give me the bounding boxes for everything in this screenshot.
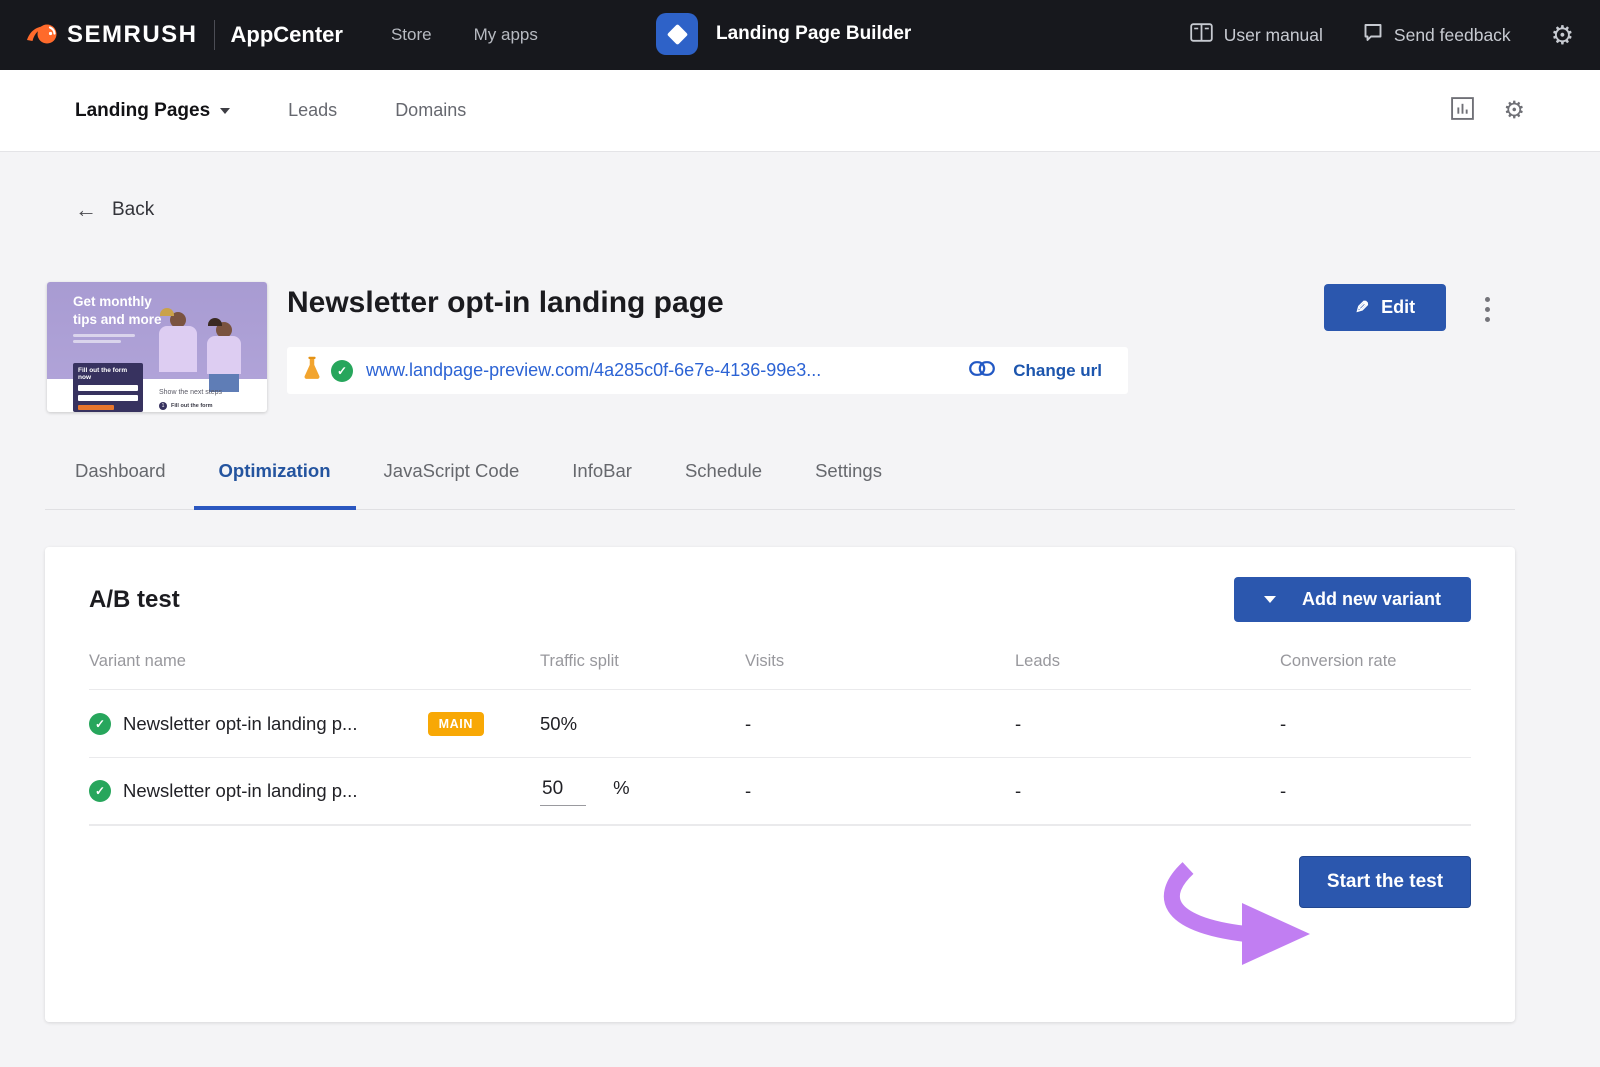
thumbnail-person-left <box>159 312 197 372</box>
thumbnail-steps: Show the next steps 1 Fill out the form <box>159 389 222 410</box>
tab-bar: Dashboard Optimization JavaScript Code I… <box>45 460 1515 510</box>
table-row: ✓ Newsletter opt-in landing p... MAIN 50… <box>89 689 1471 757</box>
col-variant-name: Variant name <box>89 652 540 671</box>
thumbnail-form-title: Fill out the form now <box>78 367 138 381</box>
tab-schedule[interactable]: Schedule <box>660 460 787 510</box>
start-the-test-button[interactable]: Start the test <box>1299 856 1471 908</box>
traffic-split-input[interactable] <box>540 778 586 806</box>
variant-name-cell: ✓ Newsletter opt-in landing p... <box>89 780 540 802</box>
subnav: Landing Pages Leads Domains ⚙ <box>0 70 1600 152</box>
ab-test-card: A/B test Add new variant Variant name Tr… <box>45 547 1515 1022</box>
edit-button[interactable]: ✎ Edit <box>1324 284 1446 331</box>
topbar-nav: Store My apps <box>391 25 538 45</box>
variant-active-check-icon: ✓ <box>89 780 111 802</box>
ab-test-title: A/B test <box>89 586 180 614</box>
book-icon <box>1190 23 1213 47</box>
url-bar: ✓ www.landpage-preview.com/4a285c0f-6e7e… <box>287 347 1128 394</box>
thumbnail-form: Fill out the form now <box>73 363 143 412</box>
landing-page-url[interactable]: www.landpage-preview.com/4a285c0f-6e7e-4… <box>366 360 959 381</box>
copy-link-icon[interactable] <box>969 361 995 381</box>
tab-optimization[interactable]: Optimization <box>194 460 356 510</box>
back-arrow-icon: ← <box>75 199 97 221</box>
variant-name-cell: ✓ Newsletter opt-in landing p... MAIN <box>89 712 540 736</box>
col-conversion-rate: Conversion rate <box>1280 652 1471 671</box>
tab-settings[interactable]: Settings <box>790 460 907 510</box>
table-row: ✓ Newsletter opt-in landing p... % - - - <box>89 757 1471 825</box>
variant-active-check-icon: ✓ <box>89 713 111 735</box>
traffic-split-cell: % <box>540 777 745 806</box>
tab-javascript-code[interactable]: JavaScript Code <box>359 460 545 510</box>
variant-name[interactable]: Newsletter opt-in landing p... <box>123 780 357 802</box>
tab-infobar[interactable]: InfoBar <box>547 460 657 510</box>
conversion-rate-value: - <box>1280 780 1471 802</box>
brand-name: SEMRUSH <box>67 21 198 49</box>
change-url-button[interactable]: Change url <box>1013 361 1102 381</box>
edit-label: Edit <box>1381 297 1415 318</box>
thumbnail-person-right <box>207 322 241 392</box>
percent-suffix: % <box>613 777 629 798</box>
send-feedback-label: Send feedback <box>1394 25 1511 46</box>
subnav-item-leads[interactable]: Leads <box>288 100 337 121</box>
subnav-item-domains[interactable]: Domains <box>395 100 466 121</box>
flask-icon <box>303 356 321 386</box>
back-label: Back <box>112 199 154 221</box>
page-title: Newsletter opt-in landing page <box>287 286 724 320</box>
app-badge: Landing Page Builder <box>656 13 911 55</box>
thumbnail-headline: Get monthly tips and more <box>73 293 162 328</box>
suite-name: AppCenter <box>231 22 343 48</box>
add-new-variant-label: Add new variant <box>1302 589 1441 610</box>
speech-bubble-icon <box>1363 23 1383 47</box>
app-settings-gear-icon[interactable]: ⚙ <box>1503 99 1525 123</box>
thumbnail-subtext-bar <box>73 340 121 343</box>
landing-pages-label: Landing Pages <box>75 100 210 122</box>
visits-value: - <box>745 713 1015 735</box>
app-name: Landing Page Builder <box>716 23 911 45</box>
more-options-kebab-icon[interactable] <box>1481 293 1494 326</box>
thumbnail-subtext-bar <box>73 334 135 337</box>
landing-page-builder-icon <box>656 13 698 55</box>
col-visits: Visits <box>745 652 1015 671</box>
send-feedback-link[interactable]: Send feedback <box>1363 23 1511 47</box>
pencil-icon: ✎ <box>1355 298 1369 318</box>
visits-value: - <box>745 780 1015 802</box>
table-header-row: Variant name Traffic split Visits Leads … <box>89 652 1471 689</box>
traffic-split-value: 50% <box>540 713 745 735</box>
col-traffic-split: Traffic split <box>540 652 745 671</box>
landing-page-thumbnail[interactable]: Get monthly tips and more Fill out the f… <box>47 282 267 412</box>
back-button[interactable]: ← Back <box>75 199 154 221</box>
leads-value: - <box>1015 713 1280 735</box>
published-check-icon: ✓ <box>331 360 353 382</box>
user-manual-label: User manual <box>1224 25 1323 46</box>
screen: SEMRUSH AppCenter Store My apps Landing … <box>0 0 1600 1067</box>
brand-divider <box>214 20 215 50</box>
user-manual-link[interactable]: User manual <box>1190 23 1323 47</box>
main-badge: MAIN <box>428 712 484 736</box>
chevron-down-icon <box>220 108 230 114</box>
subnav-item-landing-pages[interactable]: Landing Pages <box>75 100 230 122</box>
nav-store[interactable]: Store <box>391 25 432 45</box>
semrush-logo-icon <box>26 19 58 52</box>
bar-chart-icon[interactable] <box>1450 96 1475 126</box>
card-footer: Start the test <box>89 825 1471 908</box>
topbar: SEMRUSH AppCenter Store My apps Landing … <box>0 0 1600 70</box>
tab-dashboard[interactable]: Dashboard <box>50 460 191 510</box>
nav-my-apps[interactable]: My apps <box>474 25 538 45</box>
topbar-right: User manual Send feedback ⚙ <box>1190 22 1574 48</box>
conversion-rate-value: - <box>1280 713 1471 735</box>
diamond-icon <box>666 23 687 44</box>
add-new-variant-button[interactable]: Add new variant <box>1234 577 1471 622</box>
subnav-right: ⚙ <box>1450 96 1525 126</box>
chevron-down-icon <box>1264 596 1276 603</box>
semrush-brand[interactable]: SEMRUSH AppCenter <box>26 19 343 52</box>
ab-test-header: A/B test Add new variant <box>89 547 1471 622</box>
col-leads: Leads <box>1015 652 1280 671</box>
leads-value: - <box>1015 780 1280 802</box>
settings-gear-icon[interactable]: ⚙ <box>1551 22 1574 48</box>
variant-name[interactable]: Newsletter opt-in landing p... <box>123 713 357 735</box>
